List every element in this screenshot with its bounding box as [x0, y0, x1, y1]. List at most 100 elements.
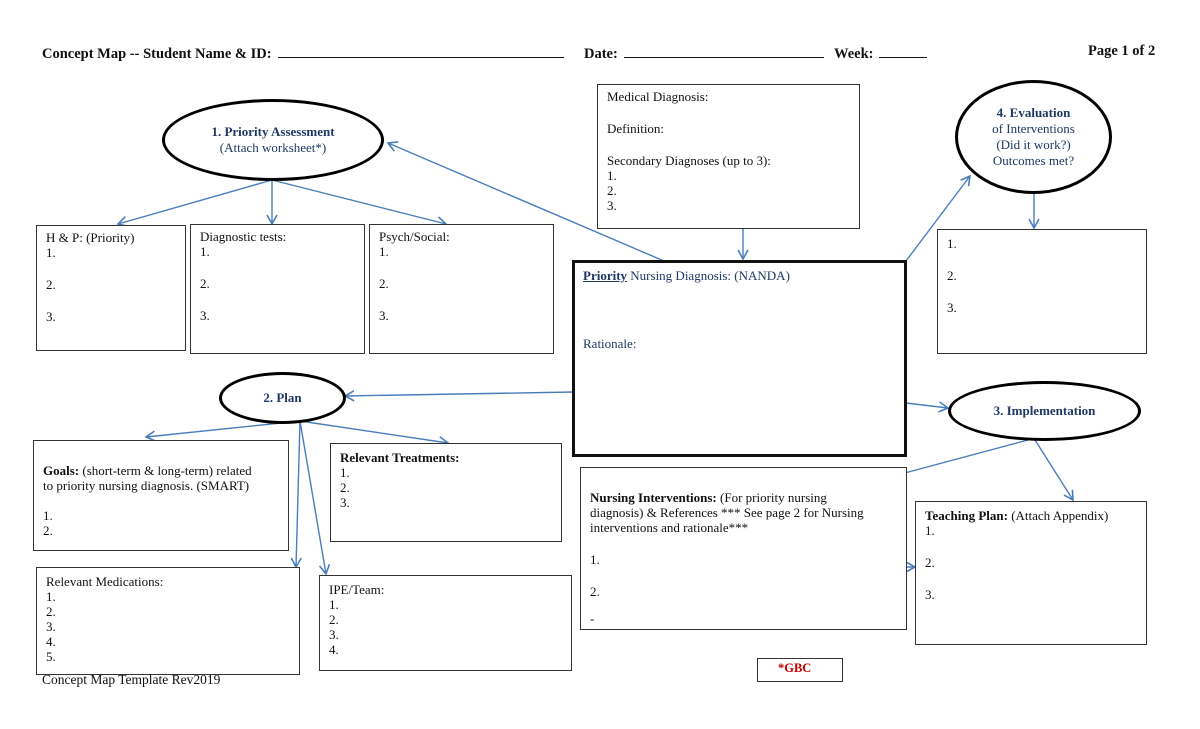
interventions-label-line3: interventions and rationale*** — [590, 520, 749, 535]
psych-social-box[interactable]: Psych/Social: 1. 2. 3. — [369, 224, 554, 354]
evaluation-item: 1. — [947, 236, 957, 251]
hp-item: 2. — [46, 277, 56, 292]
diagnostic-label: Diagnostic tests: — [200, 229, 287, 244]
diagnostic-item: 1. — [200, 244, 210, 259]
assessment-subtitle: (Attach worksheet*) — [219, 140, 327, 155]
goals-box[interactable]: Goals: (short-term & long-term) related … — [33, 440, 289, 551]
medications-item: 4. — [46, 634, 56, 649]
hp-item: 3. — [46, 309, 56, 324]
ipe-item: 4. — [329, 642, 339, 657]
arrow-diagnosis-to-implementation — [905, 401, 950, 413]
page-number: Page 1 of 2 — [1088, 43, 1156, 59]
psych-item: 2. — [379, 276, 389, 291]
diagnostic-item: 2. — [200, 276, 210, 291]
secondary-item: 3. — [607, 198, 617, 213]
teaching-item: 3. — [925, 587, 935, 602]
medical-diagnosis-label: Medical Diagnosis: — [607, 89, 709, 104]
treatments-item: 1. — [340, 465, 350, 480]
date-blank[interactable] — [623, 43, 824, 58]
ipe-item: 1. — [329, 597, 339, 612]
medications-item: 1. — [46, 589, 56, 604]
medications-item: 3. — [46, 619, 56, 634]
interventions-label-rest: (For priority nursing — [716, 490, 827, 505]
evaluation-list-box[interactable]: 1. 2. 3. — [937, 229, 1147, 354]
student-name-blank[interactable] — [277, 43, 564, 58]
teaching-label-bold: Teaching Plan: — [925, 508, 1008, 523]
goals-item: 2. — [43, 523, 53, 538]
definition-label: Definition: — [607, 121, 665, 136]
node-plan: 2. Plan — [219, 372, 346, 424]
teaching-plan-box[interactable]: Teaching Plan: (Attach Appendix) 1. 2. 3… — [915, 501, 1147, 645]
ipe-item: 2. — [329, 612, 339, 627]
arrow-assessment-to-hp — [116, 179, 273, 228]
treatments-label: Relevant Treatments: — [340, 450, 460, 465]
hp-label: H & P: (Priority) — [46, 230, 135, 245]
evaluation-line-2: (Did it work?) — [996, 137, 1071, 152]
nursing-diagnosis-label-rest: Nursing Diagnosis: (NANDA) — [627, 268, 790, 283]
interventions-item: 2. — [590, 584, 600, 599]
evaluation-title: 4. Evaluation — [996, 105, 1071, 120]
goals-label: Goals: (short-term & long-term) related — [43, 463, 279, 478]
arrow-implementation-to-teaching — [1034, 439, 1074, 502]
medications-box[interactable]: Relevant Medications: 1. 2. 3. 4. 5. — [36, 567, 300, 675]
node-evaluation: 4. Evaluation of Interventions (Did it w… — [955, 80, 1112, 194]
week-blank[interactable] — [879, 43, 928, 58]
hp-box[interactable]: H & P: (Priority) 1. 2. 3. — [36, 225, 186, 351]
priority-word: Priority — [583, 268, 628, 283]
ipe-label: IPE/Team: — [329, 582, 385, 597]
diagnostic-item: 3. — [200, 308, 210, 323]
secondary-diagnoses-label: Secondary Diagnoses (up to 3): — [607, 153, 771, 168]
arrow-assessment-to-psych — [271, 179, 448, 228]
arrow-plan-to-ipe — [299, 420, 331, 576]
ipe-team-box[interactable]: IPE/Team: 1. 2. 3. 4. — [319, 575, 572, 671]
psych-label: Psych/Social: — [379, 229, 450, 244]
arrow-plan-to-medications — [290, 420, 302, 569]
header-title-label: Concept Map -- Student Name & ID: — [42, 46, 272, 62]
teaching-label: Teaching Plan: (Attach Appendix) — [925, 508, 1137, 523]
header-student-field: Concept Map -- Student Name & ID: — [42, 43, 564, 63]
header-date-field: Date: — [584, 43, 824, 63]
treatments-item: 2. — [340, 480, 350, 495]
implementation-title: 3. Implementation — [993, 403, 1096, 418]
medications-item: 2. — [46, 604, 56, 619]
interventions-item: - — [590, 611, 595, 626]
nursing-interventions-box[interactable]: Nursing Interventions: (For priority nur… — [580, 467, 907, 630]
teaching-label-rest: (Attach Appendix) — [1007, 508, 1109, 523]
rationale-label: Rationale: — [583, 336, 637, 351]
secondary-item: 2. — [607, 183, 617, 198]
ipe-item: 3. — [329, 627, 339, 642]
assessment-title: 1. Priority Assessment — [211, 124, 335, 139]
medications-item: 5. — [46, 649, 56, 664]
arrow-diagnosis-to-plan — [343, 390, 574, 402]
interventions-label: Nursing Interventions: (For priority nur… — [590, 490, 897, 505]
header-week-field: Week: — [834, 43, 928, 63]
treatments-item: 3. — [340, 495, 350, 510]
goals-item: 1. — [43, 508, 53, 523]
arrow-plan-to-treatments — [299, 420, 450, 448]
nursing-diagnosis-box[interactable]: Priority Nursing Diagnosis: (NANDA) Rati… — [572, 260, 907, 457]
evaluation-item: 2. — [947, 268, 957, 283]
node-priority-assessment: 1. Priority Assessment (Attach worksheet… — [162, 99, 384, 181]
medications-label: Relevant Medications: — [46, 574, 164, 589]
diagnostic-tests-box[interactable]: Diagnostic tests: 1. 2. 3. — [190, 224, 365, 354]
interventions-label-bold: Nursing Interventions: — [590, 490, 717, 505]
gbc-label: *GBC — [757, 658, 843, 682]
evaluation-line-3: Outcomes met? — [992, 153, 1075, 168]
node-implementation: 3. Implementation — [948, 381, 1141, 441]
teaching-item: 2. — [925, 555, 935, 570]
goals-label-bold: Goals: — [43, 463, 80, 478]
psych-item: 3. — [379, 308, 389, 323]
teaching-item: 1. — [925, 523, 935, 538]
secondary-item: 1. — [607, 168, 617, 183]
goals-label-rest: (short-term & long-term) related — [79, 463, 252, 478]
evaluation-item: 3. — [947, 300, 957, 315]
hp-item: 1. — [46, 245, 56, 260]
template-revision-label: Concept Map Template Rev2019 — [42, 672, 221, 687]
medical-diagnosis-box[interactable]: Medical Diagnosis: Definition: Secondary… — [597, 84, 860, 229]
treatments-box[interactable]: Relevant Treatments: 1. 2. 3. — [330, 443, 562, 542]
interventions-label-line2: diagnosis) & References *** See page 2 f… — [590, 505, 864, 520]
nursing-diagnosis-label: Priority Nursing Diagnosis: (NANDA) — [583, 268, 896, 283]
plan-title: 2. Plan — [263, 390, 302, 405]
date-label: Date: — [584, 46, 618, 62]
week-label: Week: — [834, 46, 874, 62]
